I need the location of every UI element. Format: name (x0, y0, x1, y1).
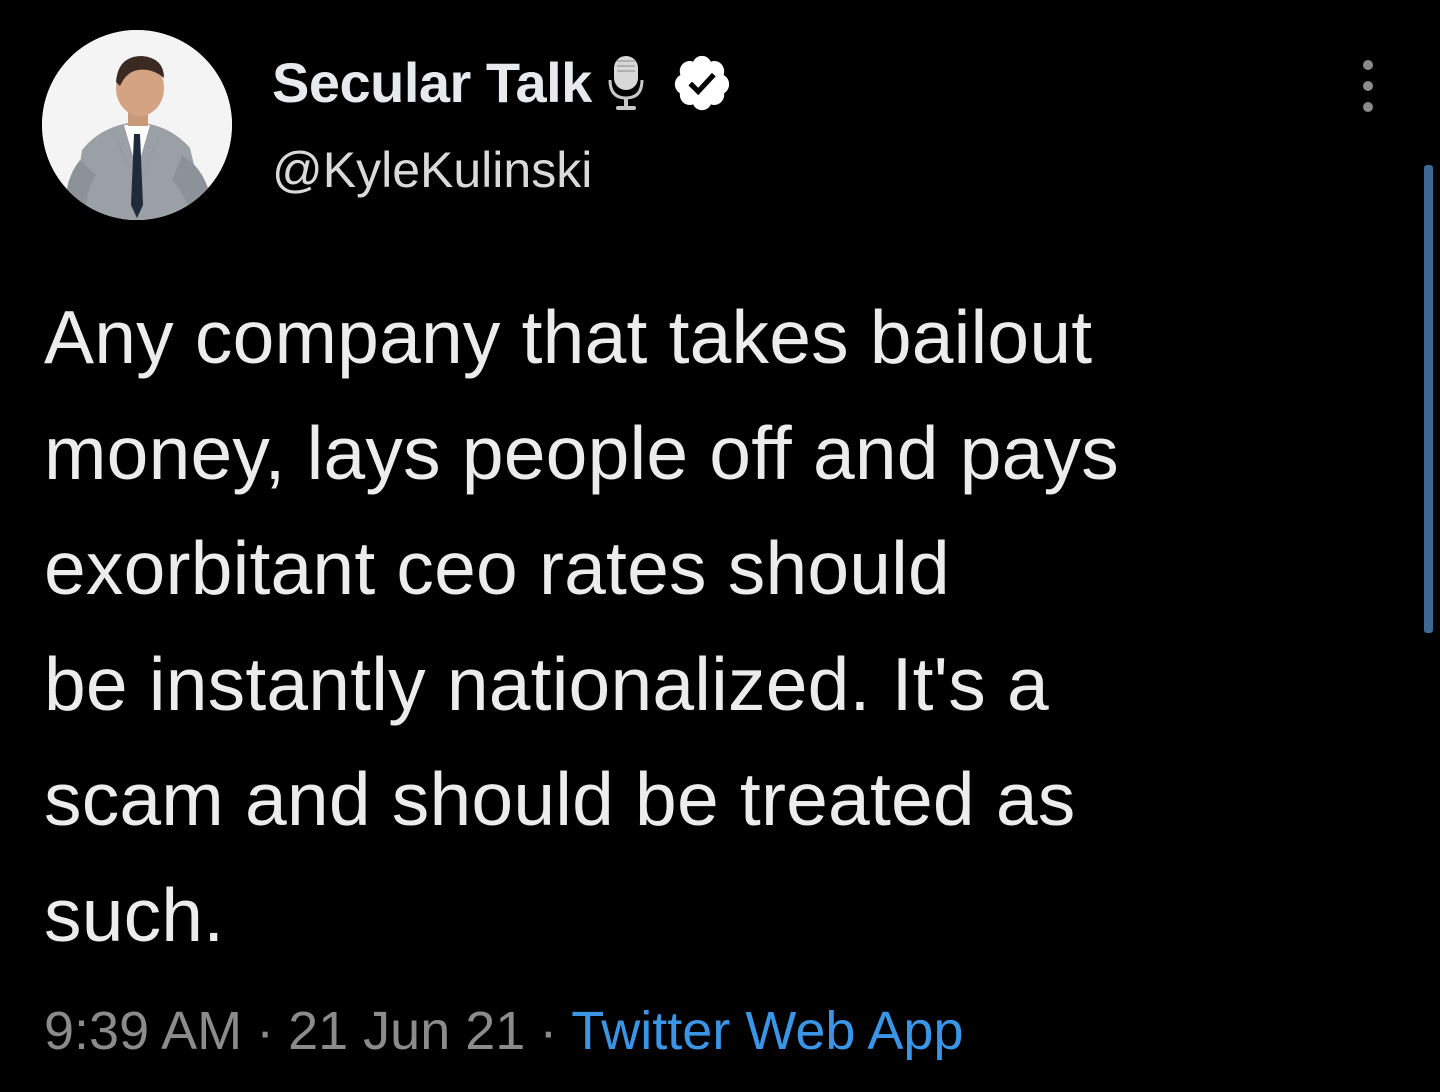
tweet-text-line: money, lays people off and pays (44, 410, 1119, 495)
more-dot (1363, 81, 1373, 91)
more-dot (1363, 60, 1373, 70)
tweet-meta: 9:39 AM · 21 Jun 21 · Twitter Web App (44, 993, 963, 1069)
tweet-text-line: exorbitant ceo rates should (44, 526, 950, 610)
scrollbar[interactable] (1424, 165, 1433, 633)
verified-badge-icon[interactable] (670, 51, 734, 115)
avatar-photo (42, 30, 232, 220)
more-dot (1363, 102, 1373, 112)
tweet-source-link[interactable]: Twitter Web App (571, 1001, 963, 1061)
more-vertical-icon[interactable] (1346, 56, 1390, 116)
user-handle[interactable]: @KyleKulinski (272, 140, 592, 200)
tweet-text-line: be instantly nationalized. It's a (44, 641, 1049, 726)
tweet-time[interactable]: 9:39 AM (44, 1001, 242, 1061)
tweet-text-line: such. (44, 872, 225, 957)
tweet-text: Any company that takes bailout money, la… (44, 280, 1404, 973)
display-name[interactable]: Secular Talk (272, 52, 592, 114)
microphone-icon (606, 52, 646, 114)
meta-separator: · (539, 1001, 558, 1061)
avatar[interactable] (42, 30, 232, 220)
author-name-row[interactable]: Secular Talk (272, 52, 734, 114)
tweet-card: Secular Talk @KyleKulinski Any company t… (0, 0, 1440, 1092)
tweet-text-line: Any company that takes bailout (44, 295, 1093, 379)
tweet-date[interactable]: 21 Jun 21 (288, 1001, 525, 1061)
meta-separator: · (256, 1001, 275, 1061)
tweet-text-line: scam and should be treated as (44, 757, 1076, 841)
